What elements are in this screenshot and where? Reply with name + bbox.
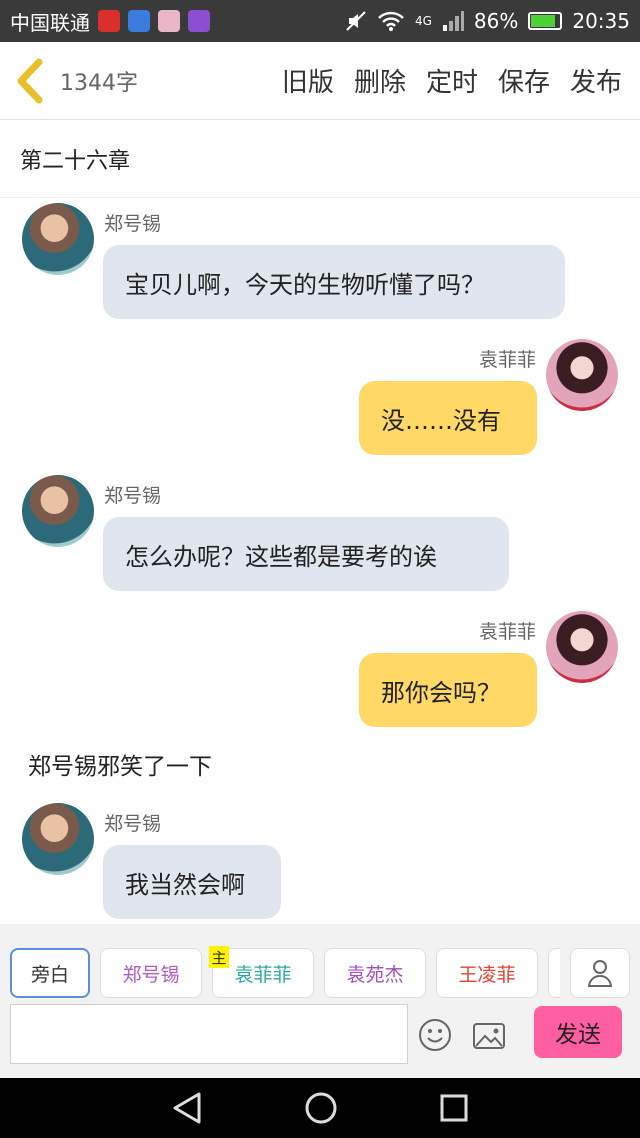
speaker-name: 郑号锡 <box>104 485 162 507</box>
message-bubble[interactable]: 我当然会啊 <box>103 845 281 919</box>
message-input[interactable] <box>10 1004 408 1064</box>
person-icon <box>587 960 613 987</box>
message-list: 郑号锡 宝贝儿啊，今天的生物听懂了吗？ 袁菲菲 没……没有 郑号锡 怎么办呢？这… <box>0 199 640 924</box>
editor-toolbar: 1344字 旧版 删除 定时 保存 发布 <box>0 42 640 120</box>
avatar-zheng[interactable] <box>22 803 94 875</box>
mute-icon <box>346 11 366 31</box>
carrier-label: 中国联通 <box>10 10 90 35</box>
back-triangle-icon[interactable] <box>171 1091 203 1125</box>
role-chip-partial[interactable] <box>548 948 560 998</box>
toolbar-actions: 旧版 删除 定时 保存 发布 <box>282 62 640 99</box>
schedule-button[interactable]: 定时 <box>426 62 478 99</box>
old-version-button[interactable]: 旧版 <box>282 62 334 99</box>
save-button[interactable]: 保存 <box>498 62 550 99</box>
send-button[interactable]: 发送 <box>534 1006 622 1058</box>
signal-icon <box>442 11 464 31</box>
clock: 20:35 <box>572 9 630 33</box>
back-arrow-icon <box>17 58 43 103</box>
emoji-icon[interactable] <box>418 1018 452 1052</box>
message-bubble[interactable]: 没……没有 <box>359 381 537 455</box>
battery-icon <box>528 12 563 30</box>
narration-text[interactable]: 郑号锡邪笑了一下 <box>28 747 212 781</box>
system-nav-bar <box>0 1078 640 1138</box>
location-app-icon <box>128 10 150 32</box>
gallery-app-icon <box>188 10 210 32</box>
publish-button[interactable]: 发布 <box>570 62 622 99</box>
avatar-yuan[interactable] <box>546 611 618 683</box>
message-bubble[interactable]: 宝贝儿啊，今天的生物听懂了吗？ <box>103 245 565 319</box>
photo-app-icon <box>158 10 180 32</box>
battery-percent: 86% <box>473 9 519 33</box>
message-bubble[interactable]: 那你会吗？ <box>359 653 537 727</box>
netease-app-icon <box>98 10 120 32</box>
speaker-name: 袁菲菲 <box>478 349 536 371</box>
wifi-icon <box>378 11 404 31</box>
role-selector: 旁白 郑号锡 袁菲菲 袁苑杰 王凌菲 <box>0 948 560 1000</box>
speaker-name: 袁菲菲 <box>478 621 536 643</box>
role-chip-zheng[interactable]: 郑号锡 <box>100 948 202 998</box>
main-role-badge: 主 <box>209 946 229 968</box>
battery-fill <box>531 15 556 27</box>
role-chip-wang-lingfei[interactable]: 王凌菲 <box>436 948 538 998</box>
avatar-zheng[interactable] <box>22 203 94 275</box>
home-circle-icon[interactable] <box>304 1091 338 1125</box>
network-label: 4G <box>414 14 432 28</box>
role-chip-yuan-yuanjie[interactable]: 袁苑杰 <box>324 948 426 998</box>
delete-button[interactable]: 删除 <box>354 62 406 99</box>
avatar-yuan[interactable] <box>546 339 618 411</box>
speaker-name: 郑号锡 <box>104 813 162 835</box>
composer-panel: 旁白 郑号锡 袁菲菲 袁苑杰 王凌菲 主 发送 <box>0 924 640 1078</box>
avatar-zheng[interactable] <box>22 475 94 547</box>
back-button[interactable] <box>0 42 60 120</box>
image-icon[interactable] <box>472 1019 506 1053</box>
recents-square-icon[interactable] <box>439 1093 469 1123</box>
speaker-name: 郑号锡 <box>104 213 162 235</box>
status-bar: 中国联通 4G 86% 20:35 <box>0 0 640 42</box>
chapter-title[interactable]: 第二十六章 <box>0 120 640 198</box>
role-chip-narrator[interactable]: 旁白 <box>10 948 90 998</box>
word-count: 1344字 <box>60 70 138 96</box>
message-bubble[interactable]: 怎么办呢？这些都是要考的诶 <box>103 517 509 591</box>
add-role-button[interactable] <box>570 948 630 998</box>
